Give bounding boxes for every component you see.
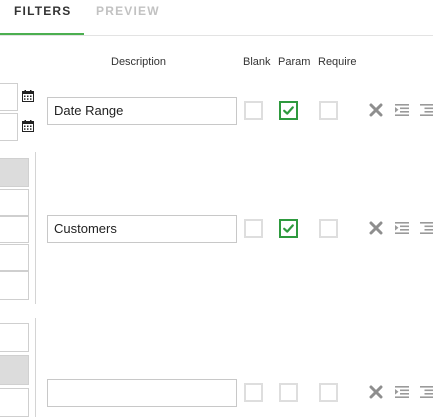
outdent-icon[interactable] (420, 386, 433, 398)
list-item[interactable] (0, 388, 29, 417)
param-checkbox[interactable] (279, 383, 298, 402)
calendar-icon[interactable] (22, 90, 34, 102)
column-header-param: Param (278, 56, 311, 68)
list-button[interactable] (0, 158, 29, 187)
param-checkbox[interactable] (279, 101, 298, 120)
delete-x-icon[interactable] (369, 385, 383, 399)
list-item[interactable] (0, 323, 29, 352)
blank-checkbox[interactable] (244, 383, 263, 402)
list-item[interactable] (0, 271, 29, 300)
delete-x-icon[interactable] (369, 221, 383, 235)
delete-x-icon[interactable] (369, 103, 383, 117)
list-item[interactable] (0, 216, 29, 243)
blank-checkbox[interactable] (244, 219, 263, 238)
description-input[interactable]: Date Range (47, 97, 237, 125)
indent-icon[interactable] (395, 386, 409, 398)
column-header-description: Description (111, 56, 167, 68)
outdent-icon[interactable] (420, 222, 433, 234)
checkmark-icon (283, 224, 294, 233)
require-checkbox[interactable] (319, 219, 338, 238)
date-to-input[interactable] (0, 113, 18, 141)
indent-icon[interactable] (395, 104, 409, 116)
list-button[interactable] (0, 355, 29, 385)
require-checkbox[interactable] (319, 383, 338, 402)
require-checkbox[interactable] (319, 101, 338, 120)
tab-filters[interactable]: FILTERS (14, 4, 72, 18)
checkmark-icon (283, 106, 294, 115)
tab-bar: FILTERS PREVIEW (0, 0, 433, 36)
tab-preview[interactable]: PREVIEW (96, 4, 160, 18)
list-item[interactable] (0, 189, 29, 216)
active-tab-indicator (0, 33, 84, 35)
outdent-icon[interactable] (420, 104, 433, 116)
description-input[interactable] (47, 379, 237, 407)
param-checkbox[interactable] (279, 219, 298, 238)
description-input[interactable]: Customers (47, 215, 237, 243)
date-from-input[interactable] (0, 83, 18, 111)
column-header-blank: Blank (243, 56, 271, 68)
indent-icon[interactable] (395, 222, 409, 234)
calendar-icon[interactable] (22, 120, 34, 132)
list-item[interactable] (0, 244, 29, 271)
blank-checkbox[interactable] (244, 101, 263, 120)
column-header-require: Require (318, 56, 357, 68)
